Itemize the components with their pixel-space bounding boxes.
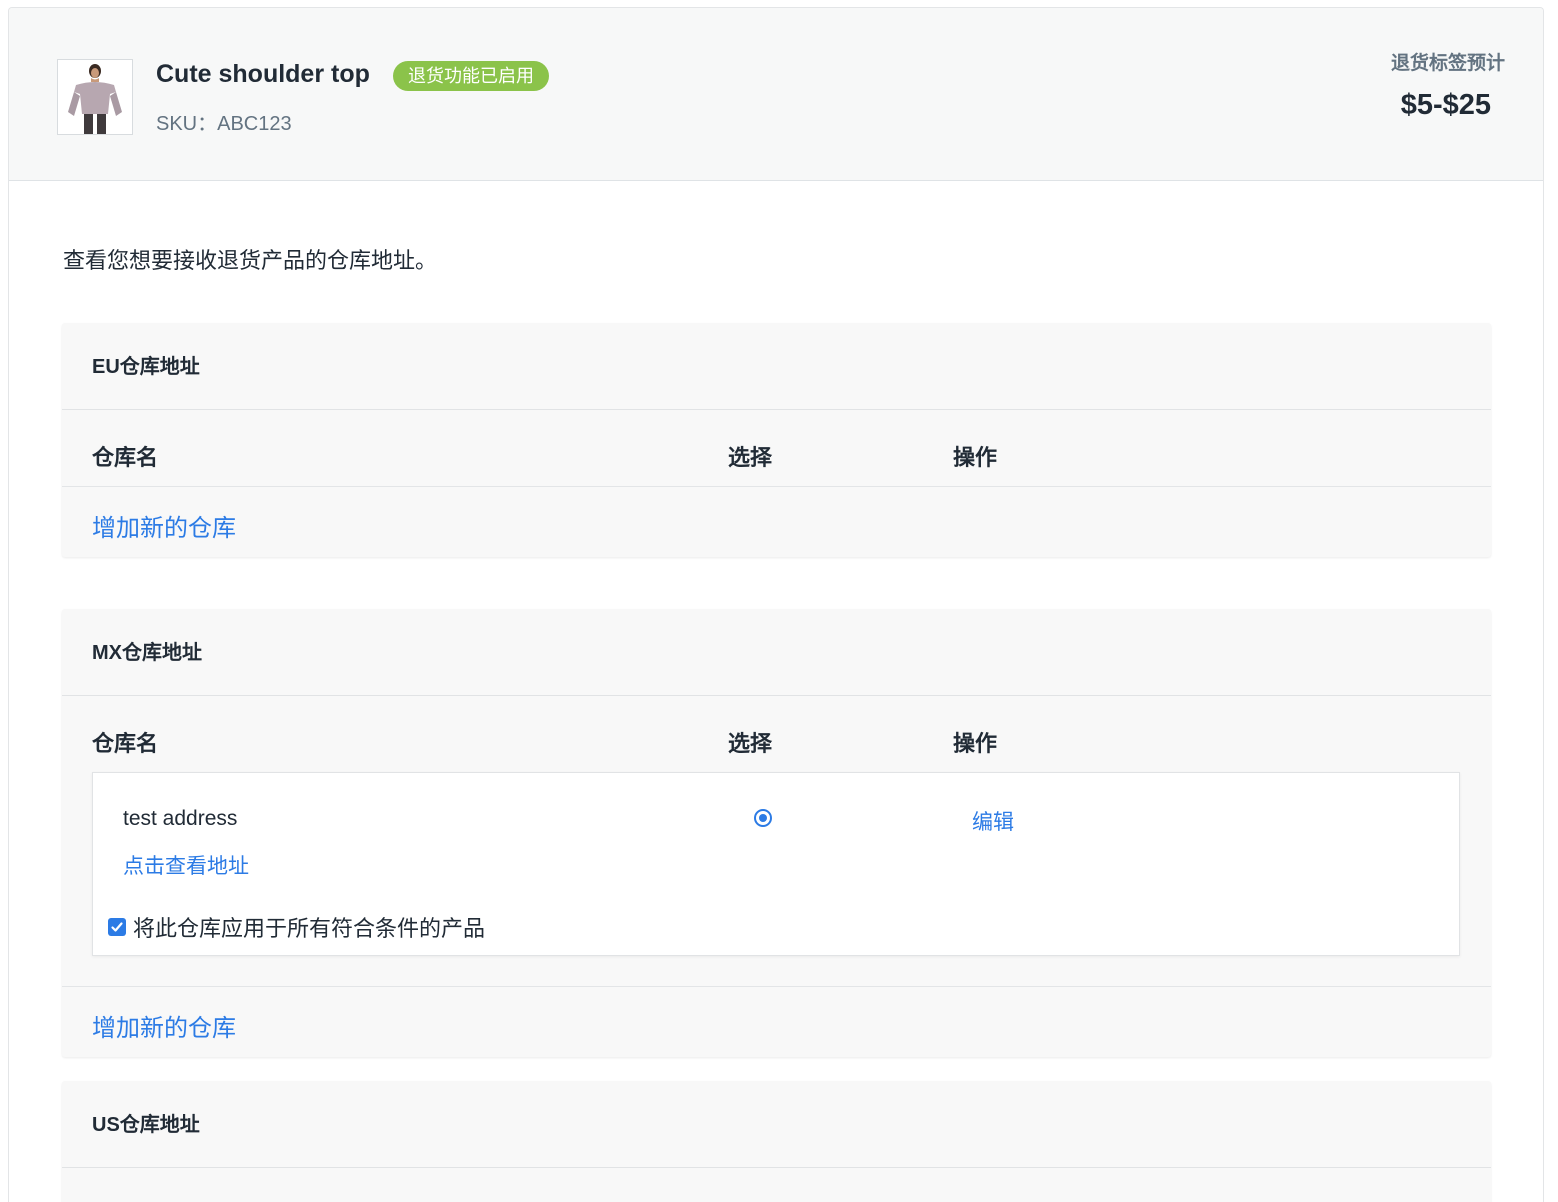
- add-row: 增加新的仓库: [62, 486, 1491, 557]
- warehouse-name: test address: [123, 807, 238, 830]
- section-title: US仓库地址: [62, 1081, 1491, 1168]
- column-headers: 仓库名 选择 操作: [62, 696, 1491, 772]
- add-warehouse-link-mx[interactable]: 增加新的仓库: [92, 1008, 236, 1043]
- apply-all-checkbox[interactable]: [108, 918, 126, 936]
- column-header-action: 操作: [953, 731, 998, 756]
- product-sku: SKU：ABC123: [156, 113, 292, 135]
- product-header: Cute shoulder top 退货功能已启用 SKU：ABC123 退货标…: [9, 8, 1543, 181]
- section-title: MX仓库地址: [62, 609, 1491, 696]
- column-header-name: 仓库名: [92, 731, 159, 756]
- product-image: [58, 60, 132, 134]
- column-header-select: 选择: [728, 731, 773, 756]
- intro-text: 查看您想要接收退货产品的仓库地址。: [63, 248, 438, 273]
- checkmark-icon: [111, 922, 123, 932]
- return-settings-card: Cute shoulder top 退货功能已启用 SKU：ABC123 退货标…: [8, 7, 1544, 1202]
- warehouse-row: test address 点击查看地址 编辑 将此仓库应用于所有符合条件的产品: [92, 772, 1460, 956]
- edit-warehouse-link[interactable]: 编辑: [972, 806, 1014, 836]
- column-header-select: 选择: [728, 445, 773, 470]
- column-header-action: 操作: [953, 445, 998, 470]
- apply-all-label[interactable]: 将此仓库应用于所有符合条件的产品: [133, 911, 485, 943]
- returns-enabled-badge: 退货功能已启用: [393, 61, 549, 91]
- view-address-link[interactable]: 点击查看地址: [123, 850, 249, 880]
- warehouse-select-radio[interactable]: [754, 809, 772, 827]
- column-headers: 仓库名 选择 操作: [62, 410, 1491, 486]
- product-thumbnail: [57, 59, 133, 135]
- label-estimate-value: $5-$25: [1400, 89, 1491, 121]
- add-row: 增加新的仓库: [62, 986, 1491, 1057]
- section-eu-warehouses: EU仓库地址 仓库名 选择 操作 增加新的仓库: [62, 323, 1491, 557]
- section-us-warehouses: US仓库地址: [62, 1081, 1491, 1202]
- add-warehouse-link-eu[interactable]: 增加新的仓库: [92, 508, 236, 543]
- product-title: Cute shoulder top: [156, 60, 370, 88]
- section-mx-warehouses: MX仓库地址 仓库名 选择 操作 test address 点击查看地址 编辑 …: [62, 609, 1491, 1057]
- section-title: EU仓库地址: [62, 323, 1491, 410]
- column-header-name: 仓库名: [92, 445, 159, 470]
- label-estimate-title: 退货标签预计: [1390, 53, 1505, 74]
